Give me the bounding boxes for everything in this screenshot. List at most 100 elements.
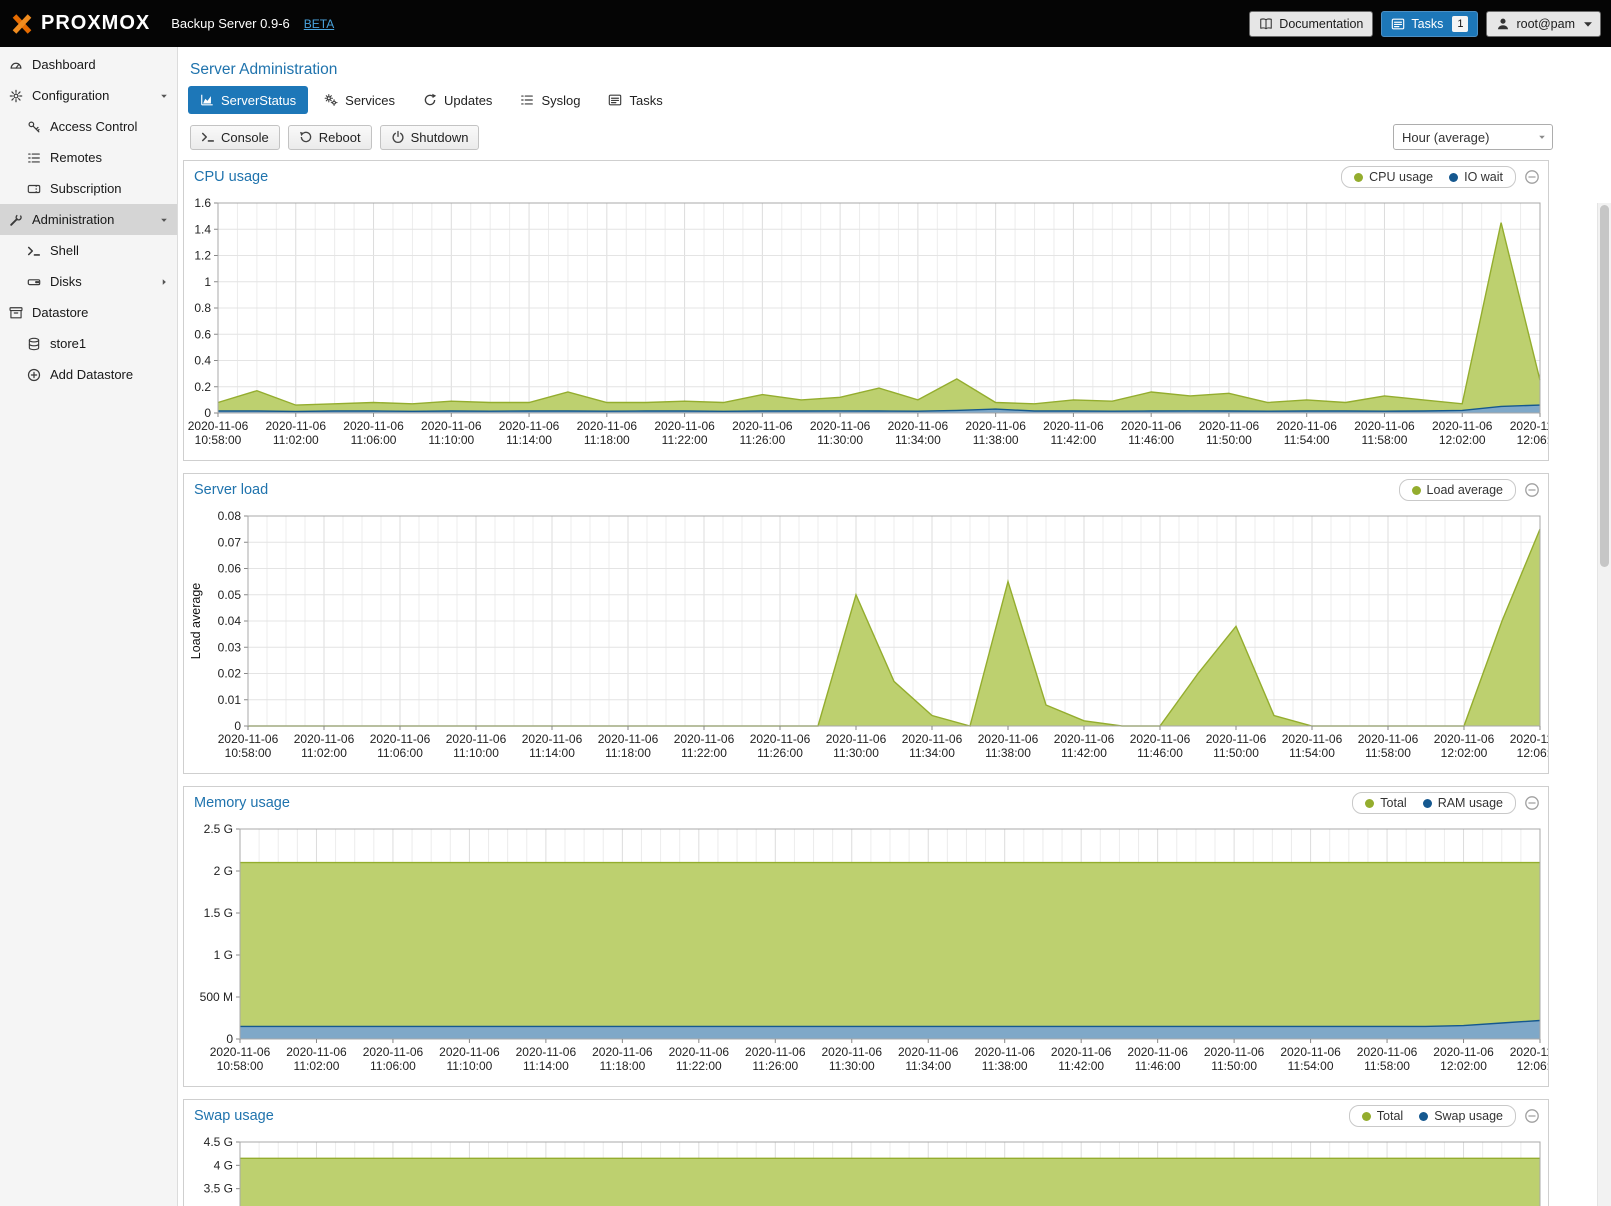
collapse-panel-icon[interactable] <box>1524 795 1540 811</box>
sidebar-item-shell[interactable]: Shell <box>0 235 177 266</box>
svg-text:2020-11-0611:10:00: 2020-11-0611:10:00 <box>446 732 507 760</box>
svg-text:2020-11-0611:38:00: 2020-11-0611:38:00 <box>965 419 1026 447</box>
server-load-panel: Server load Load average 00.010.020.030.… <box>183 473 1549 774</box>
svg-text:2020-11-0611:42:00: 2020-11-0611:42:00 <box>1051 1045 1112 1073</box>
chevron-right-icon[interactable] <box>159 277 169 287</box>
sidebar: Dashboard Configuration Access Control R… <box>0 47 178 1206</box>
svg-text:0.01: 0.01 <box>218 693 242 707</box>
collapse-panel-icon[interactable] <box>1524 169 1540 185</box>
sidebar-item-add-datastore[interactable]: Add Datastore <box>0 359 177 390</box>
legend-item-total[interactable]: Total <box>1365 796 1406 810</box>
svg-text:2020-11-0611:22:00: 2020-11-0611:22:00 <box>669 1045 730 1073</box>
tab-services[interactable]: Services <box>312 86 407 114</box>
toolbar: Console Reboot Shutdown Hour (average) <box>178 122 1611 160</box>
sidebar-item-remotes[interactable]: Remotes <box>0 142 177 173</box>
legend-dot <box>1354 173 1363 182</box>
book-icon <box>1259 17 1273 31</box>
collapse-panel-icon[interactable] <box>1524 482 1540 498</box>
svg-text:2020-11-0611:38:00: 2020-11-0611:38:00 <box>974 1045 1035 1073</box>
scrollbar-thumb[interactable] <box>1600 205 1609 567</box>
tab-label: Syslog <box>541 93 580 108</box>
legend-item-ram-usage[interactable]: RAM usage <box>1423 796 1503 810</box>
console-label: Console <box>221 130 269 145</box>
sidebar-item-administration[interactable]: Administration <box>0 204 177 235</box>
wrench-icon <box>8 213 24 227</box>
legend-dot <box>1412 486 1421 495</box>
legend-dot <box>1362 1112 1371 1121</box>
svg-text:2020-11-0611:54:00: 2020-11-0611:54:00 <box>1280 1045 1341 1073</box>
sidebar-item-dashboard[interactable]: Dashboard <box>0 49 177 80</box>
tabbar: ServerStatus Services Updates Syslog Tas… <box>178 83 1611 122</box>
svg-text:2020-11-0612:06:00: 2020-11-0612:06:00 <box>1510 1045 1548 1073</box>
panel-title: CPU usage <box>194 169 1341 185</box>
tab-syslog[interactable]: Syslog <box>508 86 592 114</box>
svg-text:0.08: 0.08 <box>218 509 242 523</box>
legend-item-swap-usage[interactable]: Swap usage <box>1419 1109 1503 1123</box>
sidebar-item-store1[interactable]: store1 <box>0 328 177 359</box>
panel-header: Memory usage Total RAM usage <box>184 787 1548 819</box>
svg-text:2020-11-0611:06:00: 2020-11-0611:06:00 <box>363 1045 424 1073</box>
svg-text:2020-11-0611:50:00: 2020-11-0611:50:00 <box>1206 732 1267 760</box>
refresh-icon <box>423 93 437 107</box>
svg-text:0.06: 0.06 <box>218 562 242 576</box>
panel-header: CPU usage CPU usage IO wait <box>184 161 1548 193</box>
timeframe-select[interactable]: Hour (average) <box>1393 124 1553 150</box>
svg-text:2020-11-0611:42:00: 2020-11-0611:42:00 <box>1054 732 1115 760</box>
svg-text:2020-11-0611:30:00: 2020-11-0611:30:00 <box>826 732 887 760</box>
svg-text:1.6: 1.6 <box>194 196 211 210</box>
tab-tasks[interactable]: Tasks <box>596 86 674 114</box>
reboot-button[interactable]: Reboot <box>288 125 372 150</box>
svg-text:1.4: 1.4 <box>194 222 211 236</box>
svg-text:0.4: 0.4 <box>194 354 211 368</box>
shutdown-button[interactable]: Shutdown <box>380 125 480 150</box>
sidebar-item-disks[interactable]: Disks <box>0 266 177 297</box>
memory-usage-panel: Memory usage Total RAM usage 0500 M1 G1. <box>183 786 1549 1087</box>
legend-item-cpu-usage[interactable]: CPU usage <box>1354 170 1433 184</box>
memory-usage-chart: 0500 M1 G1.5 G2 G2.5 G2020-11-0610:58:00… <box>184 819 1548 1086</box>
tasks-button[interactable]: Tasks 1 <box>1381 11 1478 37</box>
legend-item-load-average[interactable]: Load average <box>1412 483 1503 497</box>
cpu-usage-panel: CPU usage CPU usage IO wait 00.20.40.60. <box>183 160 1549 461</box>
gauge-icon <box>8 58 24 72</box>
svg-text:0.02: 0.02 <box>218 667 242 681</box>
beta-link[interactable]: BETA <box>304 17 334 31</box>
svg-text:1.5 G: 1.5 G <box>204 906 233 920</box>
svg-text:2020-11-0610:58:00: 2020-11-0610:58:00 <box>188 419 249 447</box>
sidebar-item-access-control[interactable]: Access Control <box>0 111 177 142</box>
tasks-label: Tasks <box>1411 17 1443 31</box>
sidebar-item-configuration[interactable]: Configuration <box>0 80 177 111</box>
svg-text:2020-11-0611:30:00: 2020-11-0611:30:00 <box>822 1045 883 1073</box>
chevron-down-icon[interactable] <box>159 91 169 101</box>
vertical-scrollbar[interactable] <box>1597 203 1611 1206</box>
legend-label: CPU usage <box>1369 170 1433 184</box>
svg-text:2 G: 2 G <box>214 864 233 878</box>
brand-name: PROXMOX <box>41 12 150 35</box>
tab-serverstatus[interactable]: ServerStatus <box>188 86 308 114</box>
svg-text:0.07: 0.07 <box>218 535 242 549</box>
svg-text:0.8: 0.8 <box>194 301 211 315</box>
sidebar-item-label: Dashboard <box>32 57 96 72</box>
legend-item-total[interactable]: Total <box>1362 1109 1403 1123</box>
tab-updates[interactable]: Updates <box>411 86 504 114</box>
sidebar-item-datastore[interactable]: Datastore <box>0 297 177 328</box>
tab-label: Tasks <box>629 93 662 108</box>
user-menu-button[interactable]: root@pam <box>1486 11 1601 37</box>
svg-text:1: 1 <box>204 275 211 289</box>
tab-label: Services <box>345 93 395 108</box>
sidebar-item-label: Disks <box>50 274 82 289</box>
documentation-button[interactable]: Documentation <box>1249 11 1373 37</box>
panel-title: Swap usage <box>194 1108 1349 1124</box>
sidebar-item-label: store1 <box>50 336 86 351</box>
sidebar-item-subscription[interactable]: Subscription <box>0 173 177 204</box>
console-button[interactable]: Console <box>190 125 280 150</box>
list-icon <box>26 151 42 165</box>
svg-text:2020-11-0611:22:00: 2020-11-0611:22:00 <box>654 419 715 447</box>
cogs-icon <box>324 93 338 107</box>
svg-text:2020-11-0611:34:00: 2020-11-0611:34:00 <box>902 732 963 760</box>
sidebar-item-label: Shell <box>50 243 79 258</box>
svg-text:1 G: 1 G <box>214 948 233 962</box>
collapse-panel-icon[interactable] <box>1524 1108 1540 1124</box>
svg-text:2020-11-0611:06:00: 2020-11-0611:06:00 <box>370 732 431 760</box>
legend-item-io-wait[interactable]: IO wait <box>1449 170 1503 184</box>
chevron-down-icon[interactable] <box>159 215 169 225</box>
